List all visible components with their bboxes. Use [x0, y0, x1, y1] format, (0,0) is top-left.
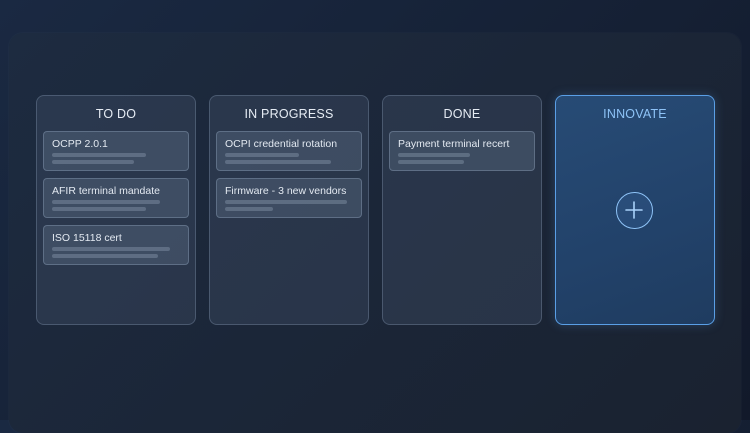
- task-card[interactable]: Firmware - 3 new vendors: [216, 178, 362, 218]
- column-title: INNOVATE: [603, 107, 667, 121]
- kanban-board: TO DO OCPP 2.0.1 AFIR terminal mandate I…: [36, 95, 716, 326]
- card-title: OCPP 2.0.1: [52, 138, 108, 150]
- task-card[interactable]: OCPI credential rotation: [216, 131, 362, 171]
- card-title: AFIR terminal mandate: [52, 185, 160, 197]
- column-in-progress: IN PROGRESS OCPI credential rotation Fir…: [209, 95, 369, 325]
- column-todo: TO DO OCPP 2.0.1 AFIR terminal mandate I…: [36, 95, 196, 325]
- card-placeholder-line: [225, 207, 273, 211]
- card-title: ISO 15118 cert: [52, 232, 122, 244]
- task-card[interactable]: AFIR terminal mandate: [43, 178, 189, 218]
- add-card-button[interactable]: [616, 192, 653, 229]
- card-placeholder-line: [52, 153, 146, 157]
- card-placeholder-line: [225, 153, 299, 157]
- card-placeholder-line: [52, 160, 134, 164]
- task-card[interactable]: OCPP 2.0.1: [43, 131, 189, 171]
- column-innovate: INNOVATE: [555, 95, 715, 325]
- column-title: TO DO: [95, 107, 137, 121]
- column-done: DONE Payment terminal recert: [382, 95, 542, 325]
- card-placeholder-line: [52, 207, 146, 211]
- card-placeholder-line: [52, 200, 160, 204]
- task-card[interactable]: Payment terminal recert: [389, 131, 535, 171]
- card-placeholder-line: [398, 160, 464, 164]
- plus-icon: [625, 201, 643, 219]
- card-placeholder-line: [52, 254, 158, 258]
- column-title: IN PROGRESS: [244, 107, 334, 121]
- card-title: OCPI credential rotation: [225, 138, 338, 150]
- card-placeholder-line: [225, 160, 331, 164]
- card-title: Firmware - 3 new vendors: [225, 185, 347, 197]
- card-placeholder-line: [398, 153, 470, 157]
- column-title: DONE: [443, 107, 481, 121]
- card-placeholder-line: [225, 200, 347, 204]
- task-card[interactable]: ISO 15118 cert: [43, 225, 189, 265]
- card-title: Payment terminal recert: [398, 138, 510, 150]
- card-placeholder-line: [52, 247, 170, 251]
